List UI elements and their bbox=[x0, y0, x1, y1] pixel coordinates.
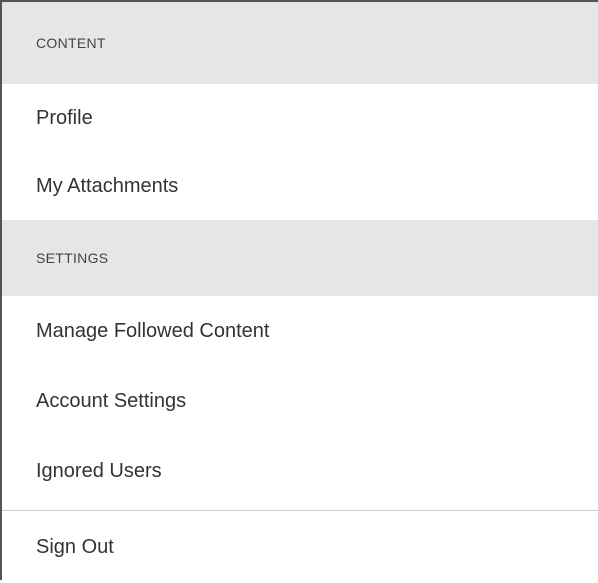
menu-item-profile[interactable]: Profile bbox=[2, 84, 598, 152]
section-header-content: CONTENT bbox=[2, 2, 598, 84]
section-header-settings: SETTINGS bbox=[2, 220, 598, 296]
menu-item-sign-out[interactable]: Sign Out bbox=[2, 511, 598, 583]
menu-item-manage-followed-content[interactable]: Manage Followed Content bbox=[2, 296, 598, 366]
menu-item-account-settings[interactable]: Account Settings bbox=[2, 366, 598, 436]
user-dropdown-menu: CONTENT Profile My Attachments SETTINGS … bbox=[0, 0, 598, 580]
menu-item-my-attachments[interactable]: My Attachments bbox=[2, 152, 598, 220]
menu-item-ignored-users[interactable]: Ignored Users bbox=[2, 436, 598, 506]
